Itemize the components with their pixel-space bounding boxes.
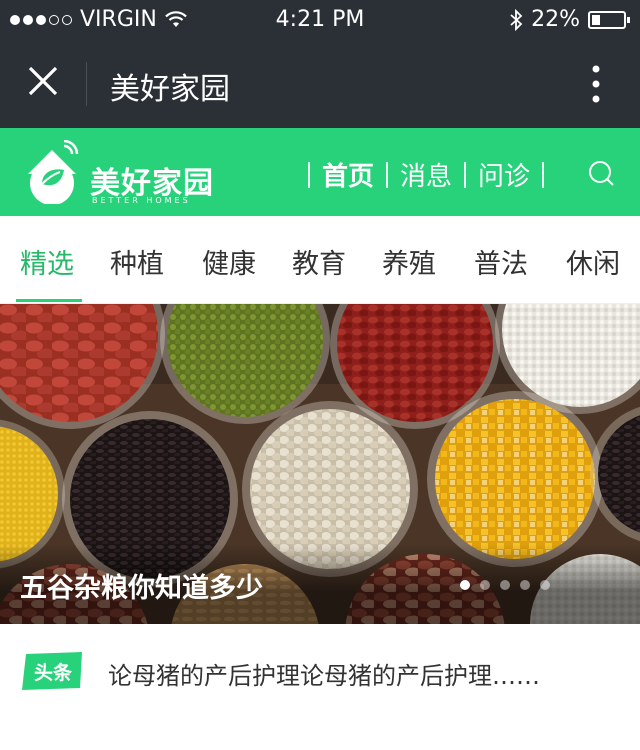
logo-subtext: BETTER HOMES <box>92 196 191 205</box>
nav-divider <box>308 161 310 188</box>
tab-education[interactable]: 教育 <box>292 242 346 281</box>
bluetooth-icon <box>510 8 523 31</box>
nav-bar: 美好家园 <box>0 40 640 128</box>
tab-featured[interactable]: 精选 <box>20 242 74 281</box>
svg-text:头条: 头条 <box>34 661 73 684</box>
site-header: 美好家园 BETTER HOMES 首页 消息 问诊 <box>0 128 640 216</box>
house-leaf-icon <box>28 140 79 204</box>
nav-divider <box>542 161 545 188</box>
banner-carousel[interactable]: 五谷杂粮你知道多少 <box>0 304 640 624</box>
headline-text[interactable]: 论母猪的产后护理论母猪的产后护理…… <box>108 656 540 691</box>
tab-breeding[interactable]: 养殖 <box>382 242 436 281</box>
nav-item-home[interactable]: 首页 <box>322 156 374 193</box>
nav-item-consult[interactable]: 问诊 <box>478 156 530 193</box>
close-icon[interactable] <box>26 64 60 98</box>
battery-icon <box>588 10 630 29</box>
active-tab-indicator <box>16 299 82 302</box>
more-options-icon[interactable] <box>592 64 600 104</box>
search-icon[interactable] <box>588 160 614 186</box>
category-tabs: 精选 种植 健康 教育 养殖 普法 休闲 <box>0 216 640 304</box>
tab-health[interactable]: 健康 <box>202 242 256 281</box>
pager-dot[interactable] <box>500 580 510 590</box>
pager-dot[interactable] <box>540 580 550 590</box>
tab-planting[interactable]: 种植 <box>110 242 164 281</box>
pager-dot[interactable] <box>480 580 490 590</box>
status-bar: VIRGIN 4:21 PM 22% <box>0 0 640 40</box>
nav-divider <box>386 161 389 188</box>
battery-percent: 22% <box>531 7 580 32</box>
tab-leisure[interactable]: 休闲 <box>566 242 620 281</box>
nav-divider <box>464 161 467 188</box>
site-logo[interactable]: 美好家园 BETTER HOMES <box>20 138 220 208</box>
headline-badge: 头条 <box>22 652 82 690</box>
tab-law[interactable]: 普法 <box>474 242 528 281</box>
banner-caption[interactable]: 五谷杂粮你知道多少 <box>20 566 263 605</box>
header-nav: 首页 消息 问诊 <box>296 156 556 193</box>
nav-item-messages[interactable]: 消息 <box>400 156 452 193</box>
page-title: 美好家园 <box>110 72 230 107</box>
headline-news[interactable]: 头条 论母猪的产后护理论母猪的产后护理…… <box>0 624 640 750</box>
pager-dot[interactable] <box>460 580 470 590</box>
divider <box>86 62 87 106</box>
carousel-pager <box>460 580 550 590</box>
pager-dot[interactable] <box>520 580 530 590</box>
